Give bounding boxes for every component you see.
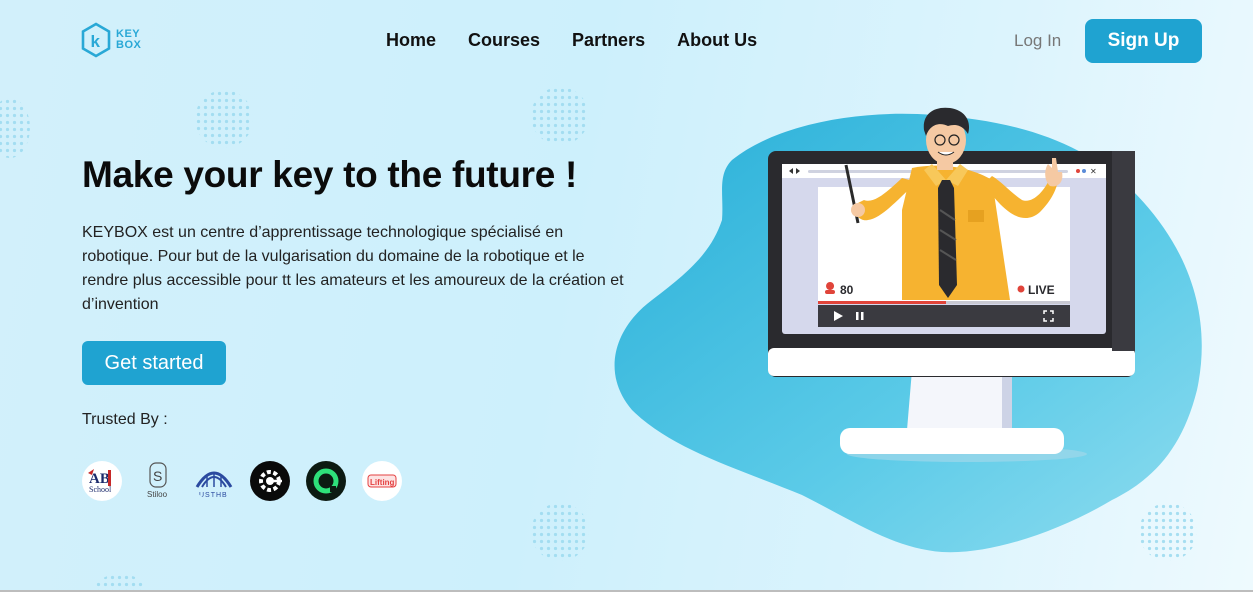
usthb-logo[interactable]: USTHB [194, 461, 234, 501]
brand-wordmark: KEY BOX [116, 29, 141, 51]
live-badge: LIVE [1028, 283, 1055, 297]
dot-pattern [195, 90, 253, 148]
hero-title: Make your key to the future ! [82, 154, 578, 195]
live-dot-icon [1017, 285, 1025, 293]
ab-school-icon: AB School [88, 469, 112, 494]
svg-text:Lifting: Lifting [370, 478, 395, 487]
gear-icon [259, 470, 282, 492]
lifting-icon: Lifting [367, 474, 397, 488]
ring-icon [313, 468, 339, 494]
lifting-logo[interactable]: Lifting [362, 461, 402, 501]
stiloo-logo[interactable]: S Stiloo [138, 461, 178, 501]
svg-text:✕: ✕ [1090, 167, 1097, 176]
hero-description: KEYBOX est un centre d’apprentissage tec… [82, 224, 624, 313]
usthb-icon: USTHB [195, 471, 233, 499]
gear-logo[interactable] [250, 461, 290, 501]
pause-icon [856, 312, 859, 320]
video-controls [818, 305, 1070, 327]
brand-line2: BOX [116, 39, 142, 51]
login-link[interactable]: Log In [1014, 31, 1061, 51]
keybox-hexagon-icon: k [81, 22, 111, 58]
monitor-base [840, 428, 1064, 454]
svg-text:USTHB: USTHB [199, 492, 228, 499]
main-nav: Home Courses Partners About Us [386, 30, 789, 51]
partner-logos: AB School S Stiloo USTHB Lifting [82, 461, 402, 501]
dot-pattern [531, 503, 589, 561]
stiloo-icon: S Stiloo [147, 462, 168, 499]
viewer-count: 80 [840, 283, 854, 297]
ab-school-logo[interactable]: AB School [82, 461, 122, 501]
get-started-button[interactable]: Get started [82, 341, 226, 385]
video-progress [818, 301, 946, 304]
signup-button[interactable]: Sign Up [1085, 19, 1202, 63]
dot-pattern [531, 87, 589, 145]
trusted-by-label: Trusted By : [82, 411, 168, 428]
hero-illustration: ✕ 80 LIVE [614, 107, 1202, 553]
svg-text:Stiloo: Stiloo [147, 490, 168, 499]
nav-partners[interactable]: Partners [572, 30, 645, 51]
nav-home[interactable]: Home [386, 30, 436, 51]
svg-text:k: k [91, 32, 101, 51]
monitor-chin [768, 348, 1135, 376]
monitor-neck [907, 370, 1007, 430]
dot-pattern [0, 98, 30, 158]
svg-text:School: School [89, 485, 112, 494]
brand-logo[interactable]: k KEY BOX [81, 22, 141, 58]
nav-courses[interactable]: Courses [468, 30, 540, 51]
svg-text:S: S [153, 468, 162, 484]
ring-logo[interactable] [306, 461, 346, 501]
nav-about-us[interactable]: About Us [677, 30, 757, 51]
